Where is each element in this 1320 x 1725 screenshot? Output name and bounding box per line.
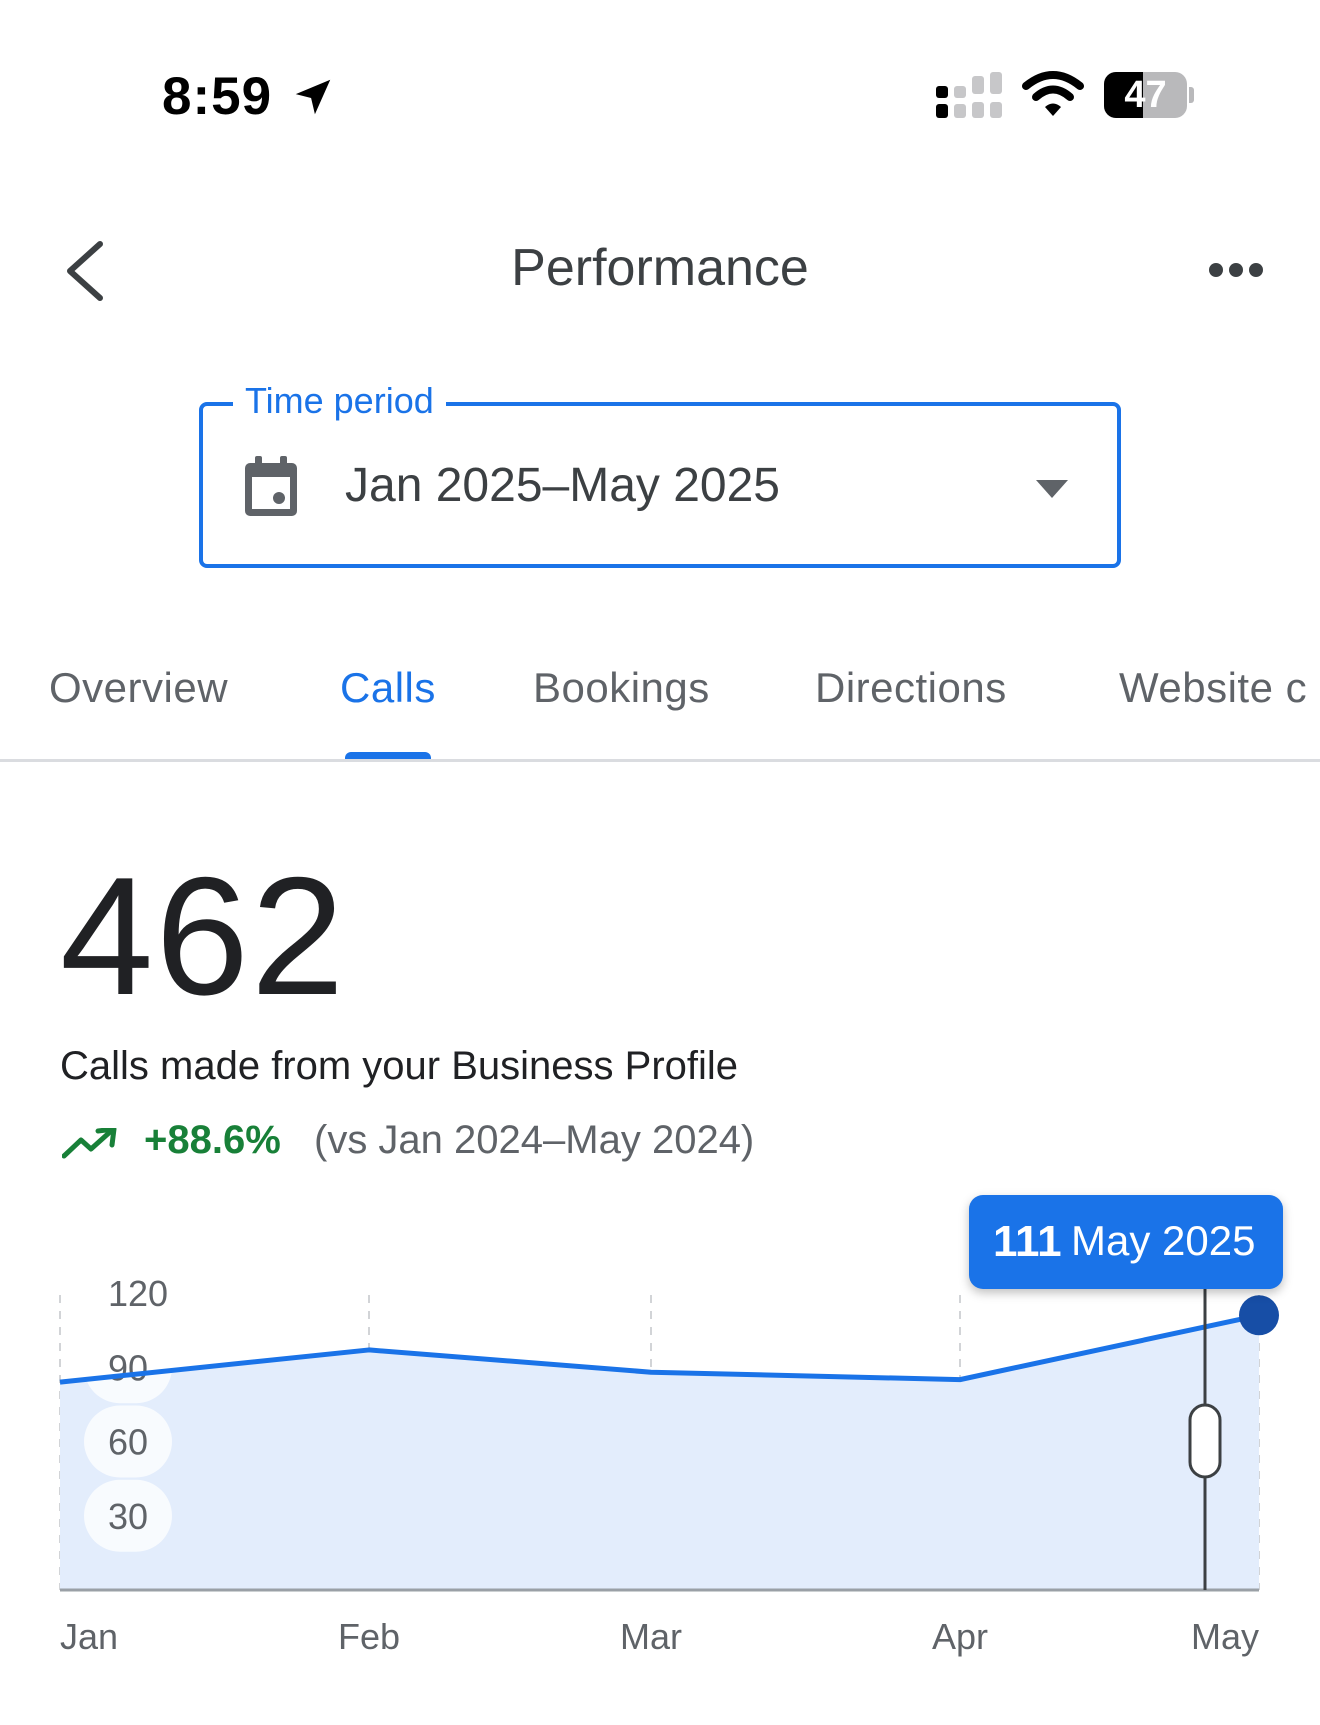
tab-calls[interactable]: Calls <box>340 664 436 712</box>
calendar-icon <box>245 456 297 516</box>
y-tick-label-90: 90 <box>108 1347 148 1388</box>
tab-overview[interactable]: Overview <box>49 664 228 712</box>
metric-description: Calls made from your Business Profile <box>60 1044 739 1088</box>
status-bar: 8:59 47 <box>0 0 1320 150</box>
battery-icon: 47 <box>1104 72 1194 118</box>
tab-bookings[interactable]: Bookings <box>533 664 710 712</box>
trend-comparison: (vs Jan 2024–May 2024) <box>314 1118 755 1162</box>
more-horizontal-icon[interactable] <box>1208 258 1264 282</box>
x-tick-label-apr: Apr <box>932 1616 988 1657</box>
tab-directions[interactable]: Directions <box>815 664 1007 712</box>
calls-chart[interactable]: 120 90 60 30 Jan Feb Mar Apr May 111 May 2025 <box>0 1190 1320 1670</box>
page-title: Performance <box>511 239 809 297</box>
tab-bar: Overview Calls Bookings Directions Websi… <box>0 640 1320 762</box>
x-tick-label-may: May <box>1191 1616 1259 1657</box>
metric-value: 462 <box>60 842 347 1030</box>
x-tick-label-mar: Mar <box>620 1616 682 1657</box>
tooltip-value: 111 <box>993 1217 1062 1266</box>
y-tick-label-60: 60 <box>108 1422 148 1463</box>
time-period-dropdown[interactable]: Time period Jan 2025–May 2025 <box>199 380 1121 568</box>
trending-up-icon <box>62 1128 117 1159</box>
tab-website-clicks[interactable]: Website c <box>1119 664 1307 712</box>
cellular-signal-icon <box>936 72 1002 118</box>
battery-percent: 47 <box>1124 74 1167 116</box>
wifi-icon <box>1022 71 1084 116</box>
location-arrow-icon <box>295 79 331 115</box>
tooltip-label: May 2025 <box>1071 1217 1256 1264</box>
data-point-selected[interactable] <box>1239 1295 1279 1336</box>
x-tick-label-feb: Feb <box>338 1616 400 1657</box>
time-period-label: Time period <box>233 380 446 422</box>
dropdown-arrow-icon[interactable] <box>1036 480 1068 498</box>
y-tick-label-120: 120 <box>108 1273 168 1314</box>
y-tick-label-30: 30 <box>108 1496 148 1537</box>
x-tick-label-jan: Jan <box>60 1616 118 1657</box>
time-period-value: Jan 2025–May 2025 <box>345 459 780 512</box>
trend-percentage: +88.6% <box>144 1118 281 1162</box>
app-bar: Performance <box>0 200 1320 340</box>
selection-drag-handle[interactable] <box>1188 1403 1222 1479</box>
active-tab-indicator <box>345 752 431 759</box>
chart-tooltip: 111 May 2025 <box>969 1195 1283 1289</box>
status-time: 8:59 <box>162 67 273 126</box>
